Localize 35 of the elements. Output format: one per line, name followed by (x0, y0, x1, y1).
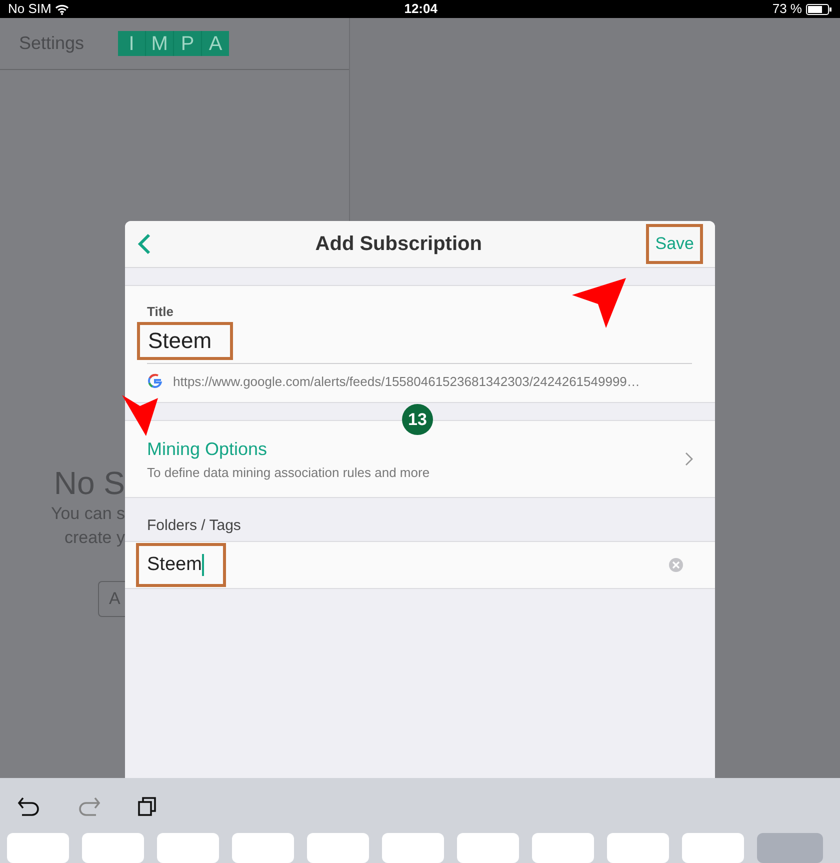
keyboard-key[interactable] (682, 833, 744, 863)
battery-percent: 73 % (772, 0, 802, 18)
clear-icon[interactable] (668, 557, 684, 573)
keyboard-key[interactable] (82, 833, 144, 863)
keyboard-key[interactable] (607, 833, 669, 863)
keyboard-key[interactable] (457, 833, 519, 863)
app-logo: I M P A (118, 31, 230, 56)
row-title: Mining Options (147, 438, 268, 461)
keyboard-key[interactable] (157, 833, 219, 863)
field-label: Title (147, 303, 174, 321)
clock: 12:04 (404, 0, 438, 18)
wifi-icon (55, 4, 70, 14)
battery-icon (806, 4, 832, 14)
feed-url: https://www.google.com/alerts/feeds/15580461523681342303/2424261549999… (173, 372, 640, 391)
save-button[interactable]: Save (646, 224, 703, 264)
arrow-marker (572, 278, 626, 328)
keyboard-key[interactable] (7, 833, 69, 863)
keyboard-key[interactable] (532, 833, 594, 863)
title-field[interactable]: Steem (137, 322, 233, 360)
paste-icon[interactable] (137, 794, 159, 816)
keyboard-key[interactable] (757, 833, 823, 863)
carrier-label: No SIM (8, 0, 52, 18)
dialog-title: Add Subscription (315, 232, 482, 257)
redo-icon[interactable] (77, 796, 101, 816)
arrow-marker (122, 395, 158, 436)
keyboard-key[interactable] (232, 833, 294, 863)
section-label: Folders / Tags (147, 516, 241, 536)
back-icon[interactable] (137, 233, 151, 255)
keyboard-key[interactable] (307, 833, 369, 863)
chevron-right-icon (685, 452, 693, 466)
keyboard-key[interactable] (382, 833, 444, 863)
tag-field[interactable]: Steem (136, 543, 226, 587)
undo-icon[interactable] (17, 796, 41, 816)
google-icon (147, 373, 163, 390)
row-subtitle: To define data mining association rules and more (147, 464, 430, 482)
